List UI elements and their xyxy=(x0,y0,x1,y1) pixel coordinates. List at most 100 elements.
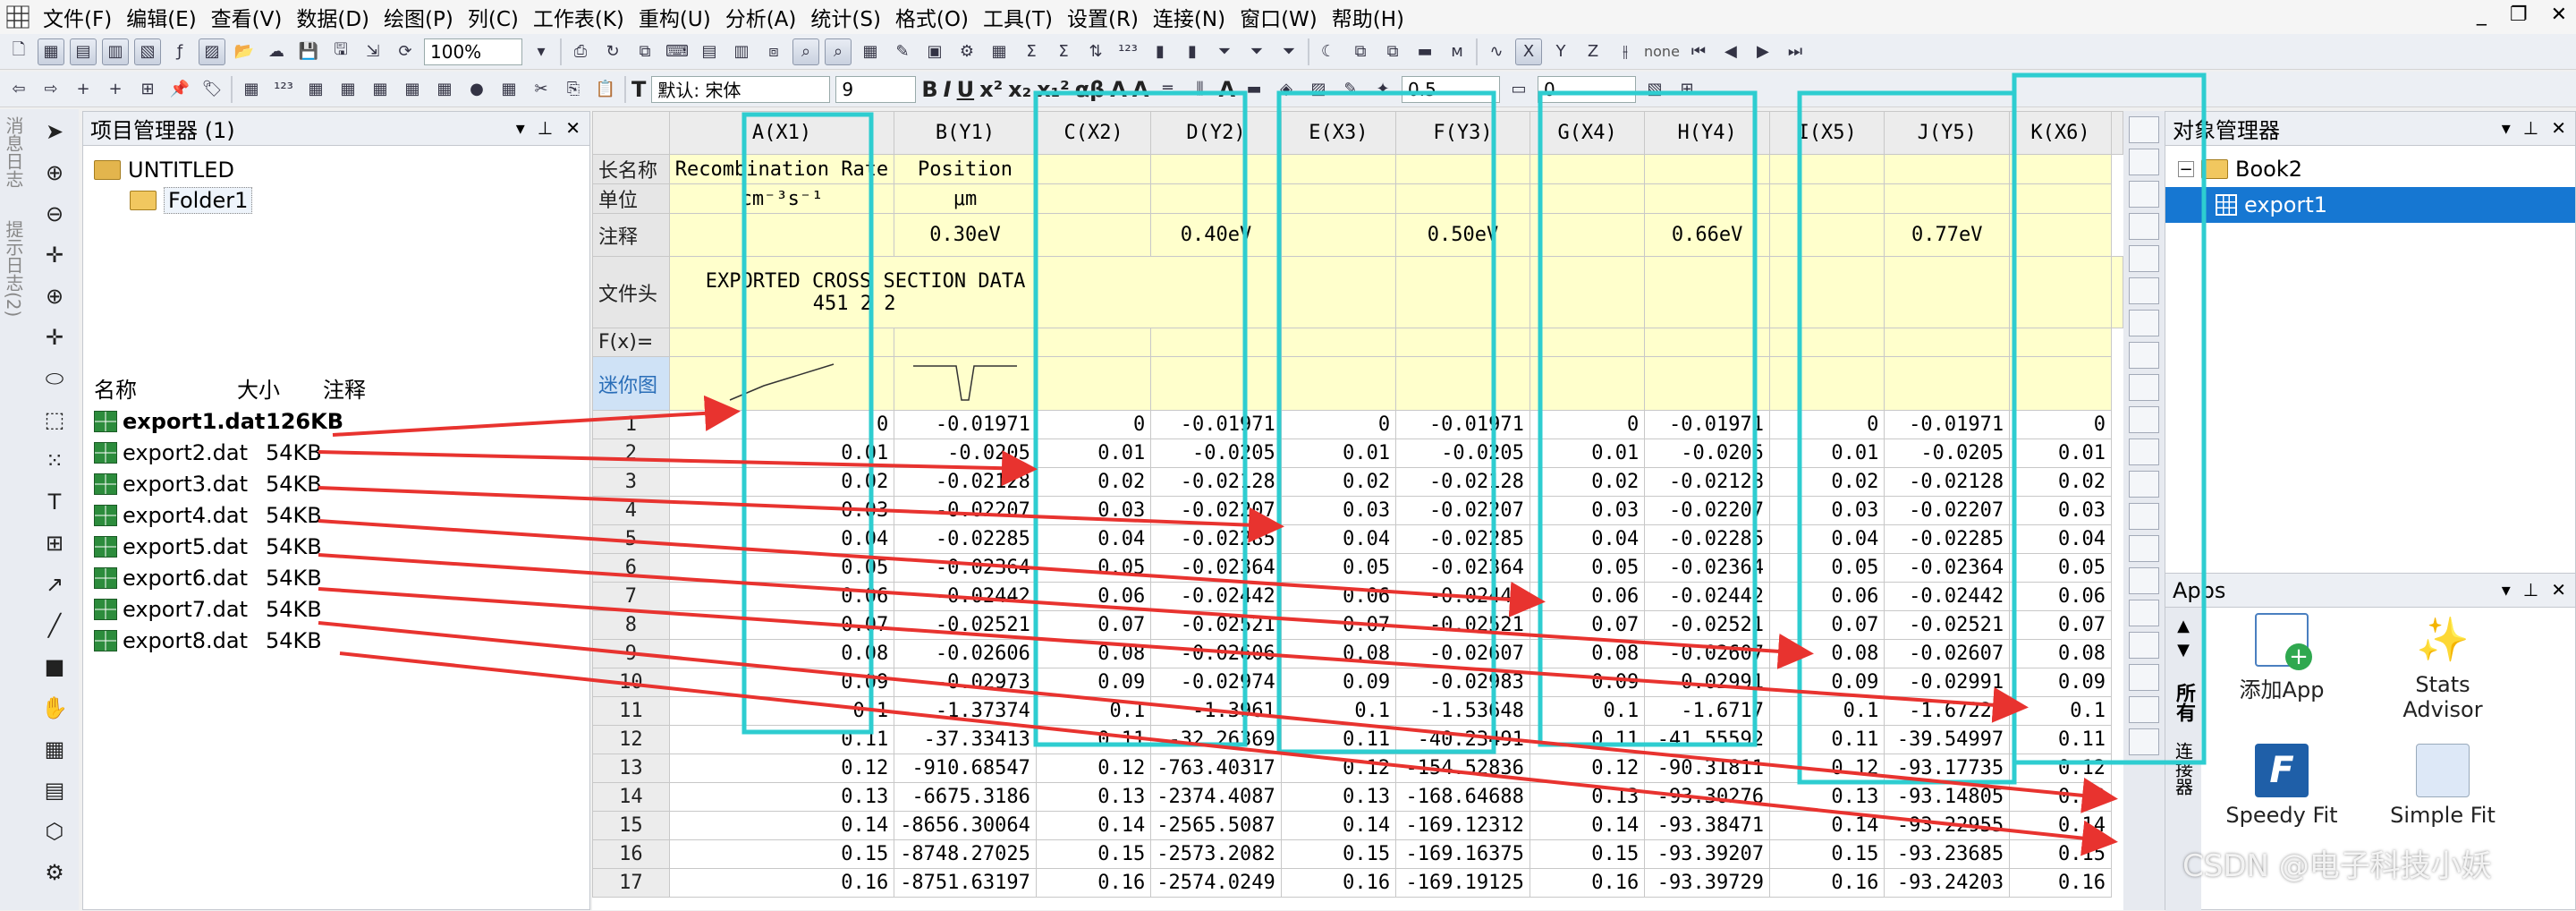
row-header[interactable]: 8 xyxy=(592,610,670,640)
toolbar-button[interactable] xyxy=(2129,471,2159,498)
toolbar-button[interactable] xyxy=(2129,600,2159,626)
data-cell[interactable]: -0.02364 xyxy=(894,553,1037,583)
data-cell[interactable]: -93.23685 xyxy=(1884,839,2011,869)
row-header[interactable]: 7 xyxy=(592,582,670,611)
meta-cell[interactable] xyxy=(2009,328,2112,357)
data-cell[interactable]: -1.3961 xyxy=(1150,696,1282,726)
meta-cell[interactable] xyxy=(2009,183,2112,214)
data-cell[interactable]: 0.13 xyxy=(1529,782,1646,812)
data-cell[interactable]: 0.07 xyxy=(1035,610,1152,640)
row-header[interactable]: 3 xyxy=(592,467,670,497)
data-cell[interactable]: -0.0205 xyxy=(1644,438,1770,468)
meta-cell[interactable] xyxy=(1529,356,1646,411)
scroll-down-icon[interactable]: ▼ xyxy=(2177,641,2190,660)
data-cell[interactable]: -0.0205 xyxy=(1150,438,1282,468)
data-cell[interactable]: 0.09 xyxy=(668,668,895,697)
pin-icon[interactable]: ⊥ xyxy=(538,117,553,139)
data-cell[interactable]: 0.1 xyxy=(1529,696,1646,726)
toolbar-button[interactable] xyxy=(2129,696,2159,723)
new-layout-icon[interactable]: ▧ xyxy=(134,38,161,65)
symbol-icon[interactable]: ✦ xyxy=(1369,76,1396,103)
data-cell[interactable]: 0.06 xyxy=(1768,582,1885,611)
toolbar-button[interactable] xyxy=(2129,342,2159,369)
data-cell[interactable]: 0.15 xyxy=(1280,839,1397,869)
zoom-in-icon[interactable]: ⊕ xyxy=(37,158,72,188)
row-header[interactable]: 13 xyxy=(592,753,670,783)
add-column-icon[interactable]: + xyxy=(70,76,97,103)
layer-tool-icon[interactable]: ▤ xyxy=(37,775,72,805)
data-cell[interactable]: 0.05 xyxy=(2009,553,2112,583)
layer-select-icon[interactable]: ▭ xyxy=(1505,76,1532,103)
column-header[interactable]: D(Y2) xyxy=(1150,111,1282,155)
toolbar-button[interactable] xyxy=(2129,567,2159,594)
column-header[interactable]: A(X1) xyxy=(668,111,895,155)
data-cell[interactable]: 0.16 xyxy=(1529,868,1646,898)
data-cell[interactable]: -0.02207 xyxy=(1395,496,1530,525)
data-cell[interactable]: -0.02442 xyxy=(1150,582,1282,611)
data-cell[interactable]: 0.16 xyxy=(668,868,895,898)
meta-cell[interactable] xyxy=(2009,256,2112,328)
tree-root[interactable]: UNTITLED xyxy=(94,155,579,185)
toolbar-button[interactable] xyxy=(2129,181,2159,208)
data-cell[interactable]: -40.23491 xyxy=(1395,725,1530,754)
data-cell[interactable]: -2565.5087 xyxy=(1150,811,1282,840)
meta-cell[interactable] xyxy=(1768,328,1885,357)
line-width-select[interactable]: 0.5 xyxy=(1402,75,1501,103)
data-cell[interactable]: -0.01971 xyxy=(1395,410,1530,439)
y-axis-icon[interactable]: Y xyxy=(1547,38,1574,65)
region-icon[interactable]: ⬭ xyxy=(37,363,72,394)
meta-cell[interactable] xyxy=(668,213,895,257)
data-cell[interactable]: -0.02521 xyxy=(1644,610,1770,640)
meta-cell[interactable]: μm xyxy=(894,183,1037,214)
data-cell[interactable]: 0.15 xyxy=(1768,839,1885,869)
data-cell[interactable]: -0.0205 xyxy=(1395,438,1530,468)
data-cell[interactable]: -0.02973 xyxy=(894,668,1037,697)
data-cell[interactable]: -93.14805 xyxy=(1884,782,2011,812)
project-explorer-icon[interactable]: ⧈ xyxy=(760,38,787,65)
data-cell[interactable]: -93.30276 xyxy=(1644,782,1770,812)
meta-cell[interactable] xyxy=(668,356,895,411)
meta-cell[interactable] xyxy=(1280,154,1397,184)
column-header[interactable]: F(Y3) xyxy=(1395,111,1530,155)
data-cell[interactable]: -39.54997 xyxy=(1884,725,2011,754)
menu-view[interactable]: 查看(V) xyxy=(204,2,290,32)
data-cell[interactable]: -0.01971 xyxy=(1884,410,2011,439)
data-cell[interactable]: -0.02606 xyxy=(1150,639,1282,668)
app-add-app[interactable]: + 添加App xyxy=(2219,613,2344,703)
settings-gear-icon[interactable]: ⚙ xyxy=(953,38,980,65)
data-cell[interactable]: -0.02207 xyxy=(894,496,1037,525)
data-cell[interactable]: -2374.4087 xyxy=(1150,782,1282,812)
line-color-icon[interactable]: ✎ xyxy=(1337,76,1364,103)
meta-cell[interactable]: cm⁻³s⁻¹ xyxy=(668,183,895,214)
increase-font-icon[interactable]: A xyxy=(1110,77,1127,102)
pin-icon[interactable]: ⊥ xyxy=(2523,117,2538,139)
data-cell[interactable]: 0 xyxy=(2009,410,2112,439)
column-header-comment[interactable]: 注释 xyxy=(323,372,366,404)
previous-icon[interactable]: ◀ xyxy=(1717,38,1744,65)
meta-cell[interactable] xyxy=(894,328,1037,357)
sort-icon[interactable]: ⇅ xyxy=(1082,38,1109,65)
next-icon[interactable]: ▶ xyxy=(1750,38,1776,65)
data-cell[interactable]: 0.06 xyxy=(1035,582,1152,611)
menu-settings[interactable]: 设置(R) xyxy=(1060,2,1146,32)
list-item[interactable]: export2.dat 54KB xyxy=(83,437,589,468)
scale-icon[interactable]: ✛ xyxy=(37,240,72,270)
data-cell[interactable]: 0.15 xyxy=(1529,839,1646,869)
data-cell[interactable]: 0.07 xyxy=(668,610,895,640)
toolbar-button[interactable] xyxy=(2129,632,2159,659)
data-cell[interactable]: -0.02128 xyxy=(1150,467,1282,497)
cut-icon[interactable]: ✂ xyxy=(528,76,555,103)
data-cell[interactable]: 0 xyxy=(1280,410,1397,439)
column-header[interactable]: G(X4) xyxy=(1529,111,1646,155)
none-label[interactable]: none xyxy=(1644,43,1680,60)
toolbar-button[interactable] xyxy=(2129,438,2159,465)
data-cell[interactable]: 0.08 xyxy=(668,639,895,668)
data-cell[interactable]: -0.02991 xyxy=(1644,668,1770,697)
line-style-icon[interactable]: ▬ xyxy=(1241,76,1267,103)
row-header[interactable]: 2 xyxy=(592,438,670,468)
data-cell[interactable]: -0.02442 xyxy=(1884,582,2011,611)
data-cell[interactable]: 0.16 xyxy=(1768,868,1885,898)
data-cell[interactable]: 0.03 xyxy=(668,496,895,525)
meta-cell[interactable] xyxy=(1644,154,1770,184)
data-cell[interactable]: 0.03 xyxy=(1529,496,1646,525)
